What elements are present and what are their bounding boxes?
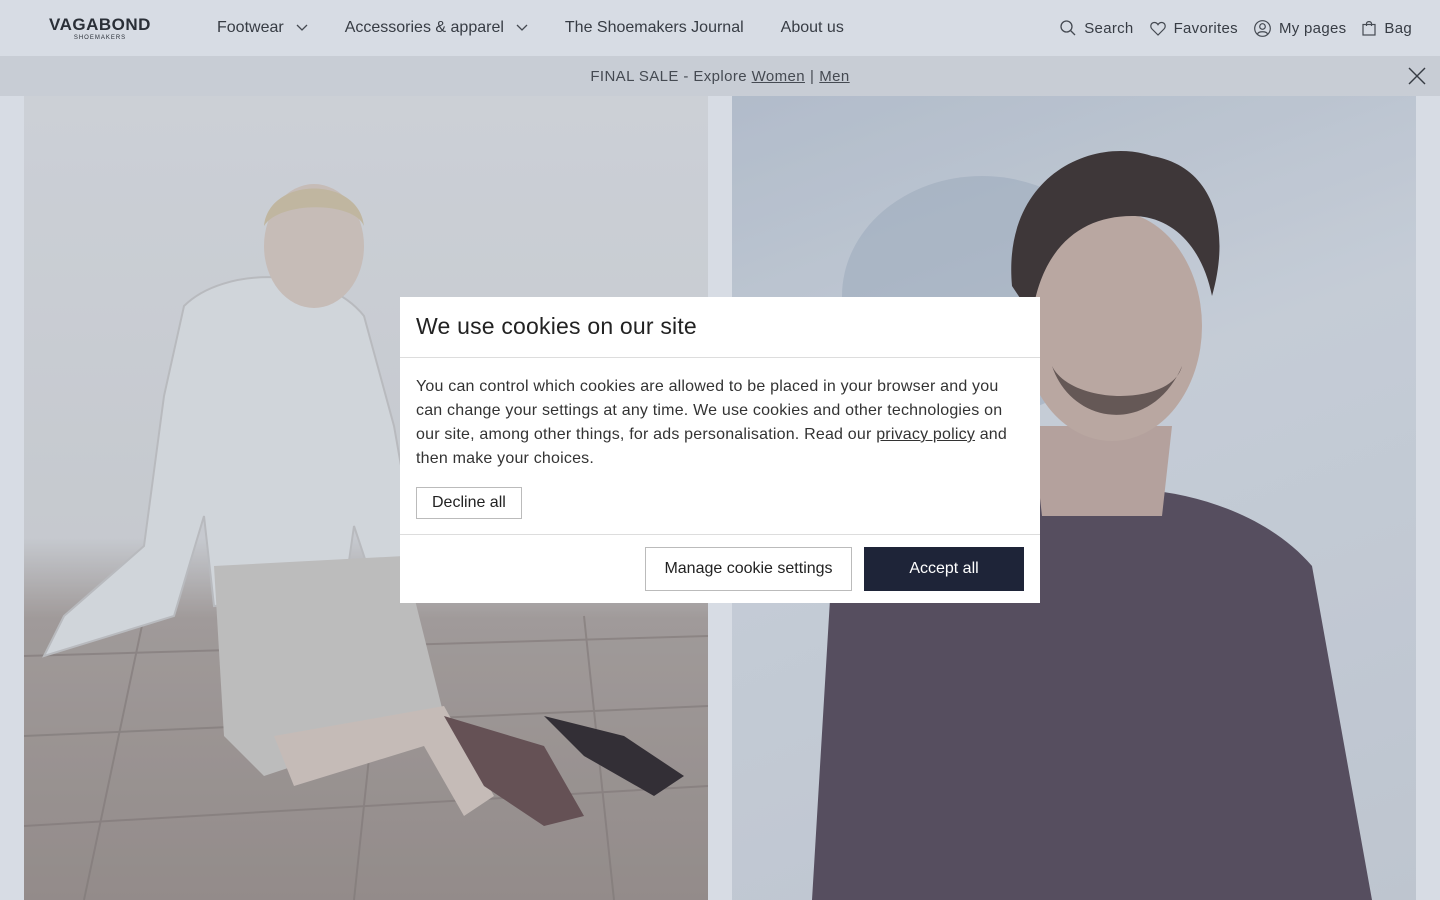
decline-all-button[interactable]: Decline all	[416, 487, 522, 519]
cookie-dialog-body: You can control which cookies are allowe…	[400, 358, 1040, 535]
cookie-dialog-text: You can control which cookies are allowe…	[416, 375, 1024, 471]
cookie-dialog-footer: Manage cookie settings Accept all	[400, 535, 1040, 602]
cookie-dialog: We use cookies on our site You can contr…	[400, 297, 1040, 603]
privacy-policy-link[interactable]: privacy policy	[876, 426, 975, 443]
accept-all-button[interactable]: Accept all	[864, 547, 1024, 591]
cookie-dialog-title: We use cookies on our site	[416, 313, 697, 339]
cookie-dialog-header: We use cookies on our site	[400, 297, 1040, 358]
manage-cookie-settings-button[interactable]: Manage cookie settings	[645, 547, 852, 591]
